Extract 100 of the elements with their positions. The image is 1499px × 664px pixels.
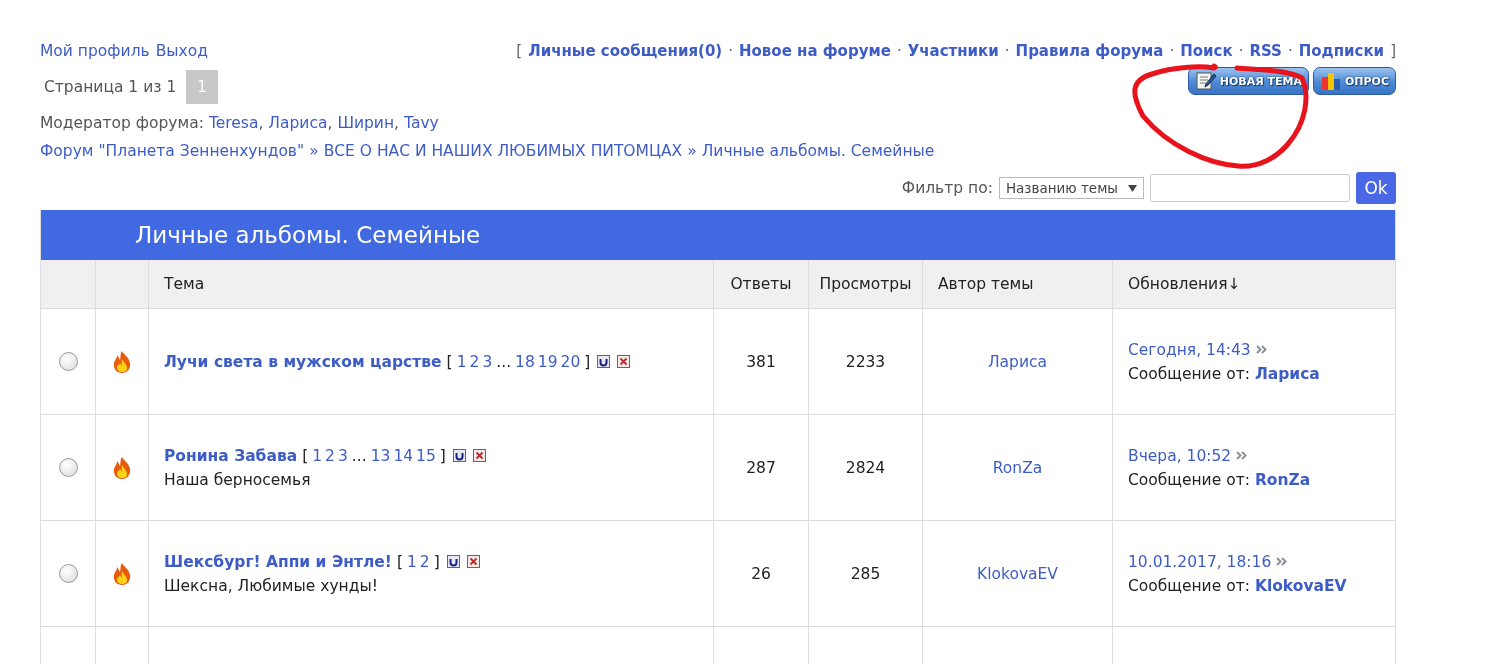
separator: · [1004, 42, 1010, 60]
double-arrow-icon[interactable] [1276, 557, 1289, 566]
moderator-link[interactable]: Лариса [268, 114, 328, 132]
column-header[interactable]: Обновления↓ [1128, 275, 1241, 293]
nav-link[interactable]: Поиск [1180, 42, 1233, 60]
page-link[interactable]: 1 [406, 552, 417, 571]
page-link[interactable]: 1 [456, 352, 467, 371]
bracket: [ [396, 552, 403, 571]
nav-link[interactable]: Новое на форуме [738, 42, 891, 60]
nav-link[interactable]: Подписки [1298, 42, 1385, 60]
separator: · [728, 42, 733, 60]
filter-label: Фильтр по: [901, 179, 993, 197]
down-chevron-icon[interactable] [446, 555, 460, 568]
column-header: Ответы [730, 275, 792, 293]
last-post-label: Сообщение от: [1128, 364, 1250, 383]
replies-count: 26 [751, 564, 771, 583]
page-count: Страница 1 из 1 [44, 78, 177, 96]
views-count: 285 [850, 564, 881, 583]
column-header: Просмотры [819, 275, 912, 293]
user-link[interactable]: Мой профиль [40, 42, 150, 60]
close-icon[interactable] [617, 355, 631, 368]
poll-button[interactable]: ОПРОС [1312, 67, 1396, 95]
author-link[interactable]: KlokovaEV [977, 564, 1058, 583]
separator: · [896, 42, 902, 60]
author-link[interactable]: RonZa [992, 458, 1043, 477]
document-pen-icon [1194, 71, 1217, 91]
separator: · [1287, 42, 1293, 60]
bracket: ] [439, 446, 446, 465]
moderator-link[interactable]: Teresa [208, 114, 259, 132]
page-link[interactable]: 14 [393, 446, 414, 465]
close-icon[interactable] [466, 555, 480, 568]
flame-icon [111, 561, 133, 586]
page-link[interactable]: 1 [312, 446, 323, 465]
author-link[interactable]: Лариса [987, 352, 1048, 371]
moderator-link[interactable]: Ширин [337, 114, 395, 132]
page-link[interactable]: 18 [515, 352, 535, 371]
last-post-link[interactable]: Вчера, 10:52 [1128, 446, 1232, 465]
forum-title: Личные альбомы. Семейные [135, 222, 481, 248]
page-link[interactable]: 3 [482, 352, 493, 371]
moderator-label: Модератор форума: [40, 114, 204, 132]
ok-button[interactable]: Ok [1356, 172, 1396, 204]
separator: · [1238, 42, 1244, 60]
comma: , [258, 114, 264, 132]
comma: , [327, 114, 333, 132]
bracket: [ [516, 42, 523, 60]
nav-link[interactable]: Правила форума [1015, 42, 1164, 60]
down-chevron-icon[interactable] [452, 449, 466, 462]
dropdown-arrow-icon [1128, 184, 1137, 192]
breadcrumb-link[interactable]: Личные альбомы. Семейные [701, 142, 935, 160]
bar-chart-icon [1319, 71, 1342, 91]
last-post-link[interactable]: Сегодня, 14:43 [1128, 340, 1251, 359]
breadcrumb-link[interactable]: Форум "Планета Зенненхундов" [40, 142, 305, 160]
bracket: [ [446, 352, 453, 371]
radio-button[interactable] [58, 458, 78, 477]
filter-select[interactable]: Названию темы [998, 177, 1144, 199]
down-chevron-icon[interactable] [597, 355, 611, 368]
replies-count: 287 [746, 458, 776, 477]
topic-link[interactable]: Шексбург! Аппи и Энтле! [164, 552, 392, 571]
page-link[interactable]: 15 [416, 446, 436, 465]
comma: , [394, 114, 399, 132]
column-header: Тема [164, 275, 205, 293]
double-arrow-icon[interactable] [1255, 345, 1268, 354]
radio-button[interactable] [58, 564, 78, 583]
ellipsis: ... [351, 446, 367, 465]
flame-icon [111, 455, 133, 480]
bracket: [ [302, 446, 309, 465]
replies-count: 381 [746, 352, 776, 371]
bracket: ] [584, 352, 591, 371]
page-link[interactable]: 2 [419, 552, 430, 571]
nav-link[interactable]: Личные сообщения(0) [528, 42, 723, 60]
topic-description: Наша берносемья [164, 470, 311, 489]
filter-input[interactable] [1150, 174, 1350, 202]
page-link[interactable]: 2 [469, 352, 480, 371]
topic-link[interactable]: Ронина Забава [164, 446, 298, 465]
topic-link[interactable]: Лучи света в мужском царстве [164, 352, 442, 371]
last-poster-link[interactable]: KlokovaEV [1254, 576, 1347, 595]
separator: · [1169, 42, 1175, 60]
page-link[interactable]: 13 [370, 446, 391, 465]
views-count: 2824 [845, 458, 886, 477]
nav-link[interactable]: RSS [1249, 42, 1282, 60]
page-link[interactable]: 3 [338, 446, 348, 465]
column-header: Автор темы [938, 275, 1034, 293]
last-post-link[interactable]: 10.01.2017, 18:16 [1128, 552, 1272, 571]
nav-link[interactable]: Участники [907, 42, 999, 60]
breadcrumb-separator: » [309, 142, 319, 160]
breadcrumb-link[interactable]: ВСЕ О НАС И НАШИХ ЛЮБИМЫХ ПИТОМЦАХ [323, 142, 683, 160]
bracket: ] [433, 552, 440, 571]
bracket: ] [1390, 42, 1396, 60]
last-poster-link[interactable]: RonZa [1254, 470, 1311, 489]
page-link[interactable]: 20 [560, 352, 581, 371]
close-icon[interactable] [472, 449, 486, 462]
page-link[interactable]: 2 [325, 446, 335, 465]
views-count: 2233 [845, 352, 886, 371]
user-link[interactable]: Выход [155, 42, 208, 60]
last-poster-link[interactable]: Лариса [1254, 364, 1320, 383]
page-link[interactable]: 19 [537, 352, 558, 371]
last-post-label: Сообщение от: [1128, 576, 1250, 595]
radio-button[interactable] [58, 352, 78, 371]
double-arrow-icon[interactable] [1236, 451, 1249, 460]
moderator-link[interactable]: Tavy [404, 114, 439, 132]
